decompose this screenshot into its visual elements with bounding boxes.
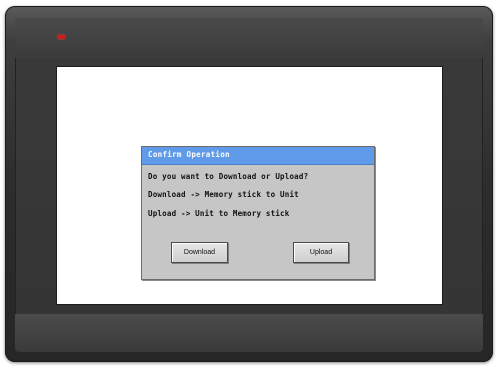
upload-button[interactable]: Upload (293, 242, 349, 263)
upload-description-text: Upload -> Unit to Memory stick (148, 209, 290, 218)
confirm-operation-dialog: Confirm Operation Do you want to Downloa… (141, 146, 375, 280)
bezel-top-strip (15, 18, 483, 58)
dialog-title: Confirm Operation (148, 150, 230, 159)
download-button[interactable]: Download (171, 242, 228, 263)
dialog-title-bar: Confirm Operation (142, 147, 374, 165)
bezel-bottom-strip (15, 314, 483, 352)
dialog-question-text: Do you want to Download or Upload? (148, 172, 309, 181)
power-led-icon (58, 35, 65, 39)
download-button-label: Download (183, 249, 216, 256)
download-description-text: Download -> Memory stick to Unit (148, 190, 299, 199)
touch-screen: Confirm Operation Do you want to Downloa… (57, 67, 442, 304)
upload-button-label: Upload (309, 249, 333, 256)
hmi-device: Confirm Operation Do you want to Downloa… (5, 6, 493, 362)
